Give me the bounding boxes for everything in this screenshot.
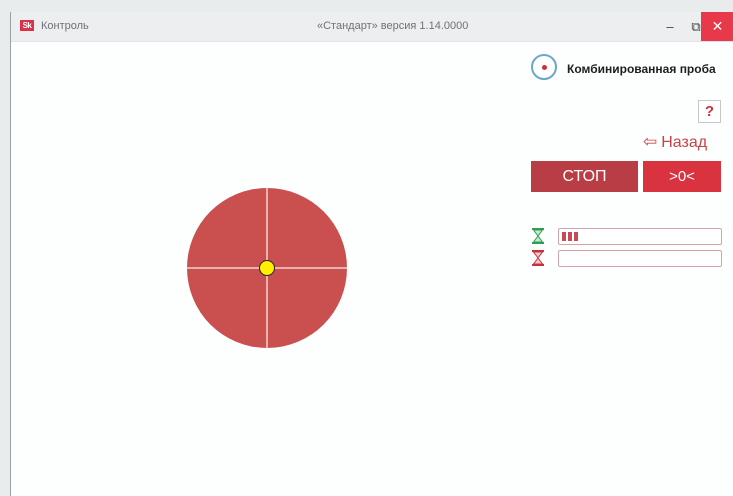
hourglass-green-icon [532, 228, 544, 244]
progress-segment [562, 232, 566, 241]
app-logo-icon: Sk [20, 20, 34, 31]
position-marker [259, 260, 275, 276]
help-button[interactable]: ? [698, 100, 721, 123]
balance-target [187, 188, 347, 348]
hourglass-red-icon [532, 250, 544, 266]
minimize-button[interactable]: – [657, 12, 683, 41]
close-button[interactable]: ✕ [701, 12, 733, 41]
radio-selected-dot [542, 65, 547, 70]
app-window: Sk Контроль «Стандарт» версия 1.14.0000 … [10, 12, 733, 496]
stop-button[interactable]: СТОП [531, 161, 638, 192]
progress-bar-2 [558, 250, 722, 267]
progress-bar-1 [558, 228, 722, 245]
mode-radio[interactable] [531, 54, 557, 80]
back-link[interactable]: ⇦ Назад [643, 132, 707, 152]
version-title: «Стандарт» версия 1.14.0000 [317, 20, 469, 32]
back-label: Назад [661, 134, 708, 151]
mode-label[interactable]: Комбинированная проба [567, 62, 716, 76]
title-bar: Sk Контроль «Стандарт» версия 1.14.0000 … [11, 12, 733, 42]
progress-segment [574, 232, 578, 241]
app-title: Контроль [41, 20, 89, 32]
zero-button[interactable]: >0< [643, 161, 721, 192]
left-arrow-icon: ⇦ [643, 132, 658, 151]
progress-segment [568, 232, 572, 241]
